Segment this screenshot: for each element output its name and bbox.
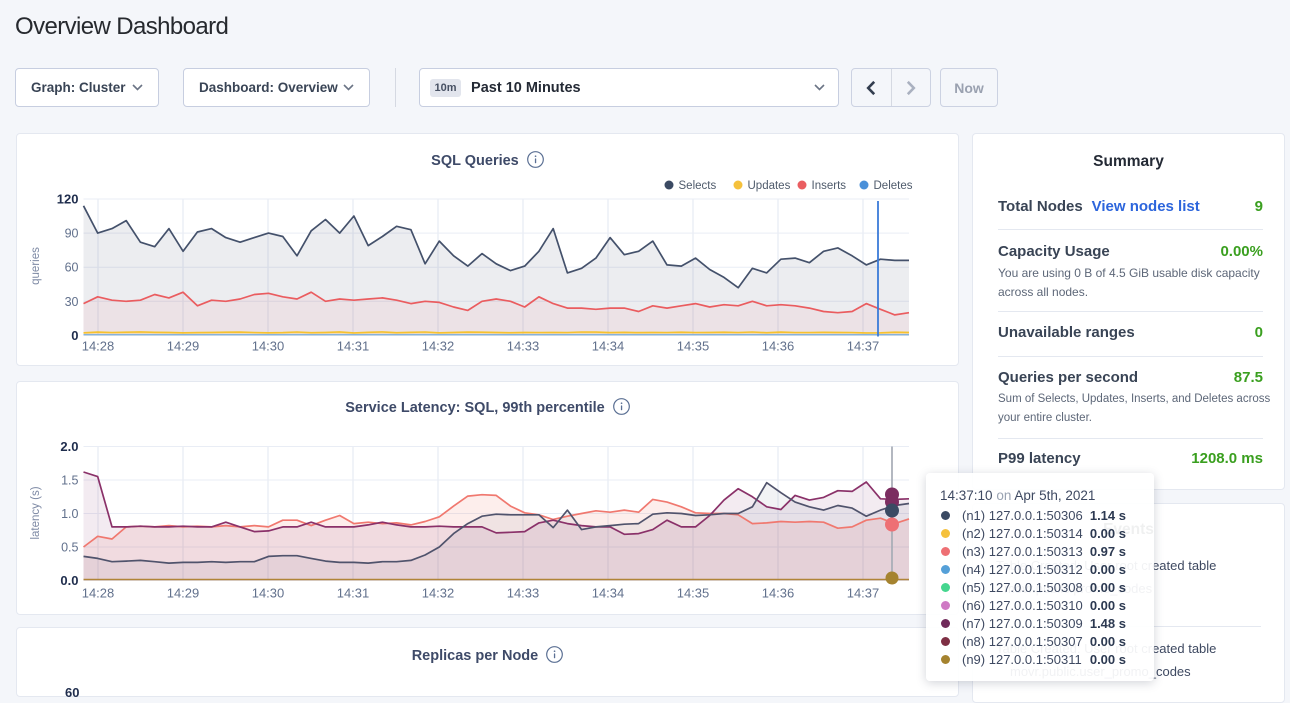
svg-text:14:33: 14:33: [507, 339, 540, 354]
svg-text:14:32: 14:32: [422, 339, 455, 354]
svg-text:14:28: 14:28: [82, 586, 115, 601]
svg-text:14:32: 14:32: [422, 586, 455, 601]
svg-text:14:28: 14:28: [82, 339, 115, 354]
svg-text:Selects: Selects: [679, 180, 717, 192]
svg-text:60: 60: [65, 261, 79, 275]
svg-text:30: 30: [65, 295, 79, 309]
svg-text:Deletes: Deletes: [874, 180, 913, 192]
svg-text:14:29: 14:29: [167, 339, 200, 354]
svg-text:Updates: Updates: [748, 180, 791, 192]
svg-text:14:30: 14:30: [252, 586, 285, 601]
svg-text:1.5: 1.5: [61, 474, 78, 488]
svg-text:queries: queries: [30, 247, 42, 285]
svg-text:14:37: 14:37: [847, 339, 880, 354]
svg-text:14:31: 14:31: [337, 586, 370, 601]
svg-text:14:36: 14:36: [762, 339, 795, 354]
svg-text:14:31: 14:31: [337, 339, 370, 354]
svg-text:latency (s): latency (s): [30, 486, 42, 539]
svg-text:0.0: 0.0: [60, 573, 78, 588]
svg-text:14:30: 14:30: [252, 339, 285, 354]
svg-text:120: 120: [57, 192, 79, 207]
svg-text:2.0: 2.0: [60, 439, 78, 454]
svg-text:0.5: 0.5: [61, 541, 78, 555]
svg-text:90: 90: [65, 227, 79, 241]
svg-text:14:29: 14:29: [167, 586, 200, 601]
svg-text:14:35: 14:35: [677, 586, 710, 601]
svg-text:14:34: 14:34: [592, 586, 625, 601]
svg-text:0: 0: [71, 328, 78, 343]
svg-text:14:34: 14:34: [592, 339, 625, 354]
svg-text:1.0: 1.0: [61, 507, 78, 521]
svg-text:Inserts: Inserts: [812, 180, 847, 192]
svg-text:14:33: 14:33: [507, 586, 540, 601]
svg-text:14:36: 14:36: [762, 586, 795, 601]
svg-text:14:37: 14:37: [847, 586, 880, 601]
svg-text:14:35: 14:35: [677, 339, 710, 354]
